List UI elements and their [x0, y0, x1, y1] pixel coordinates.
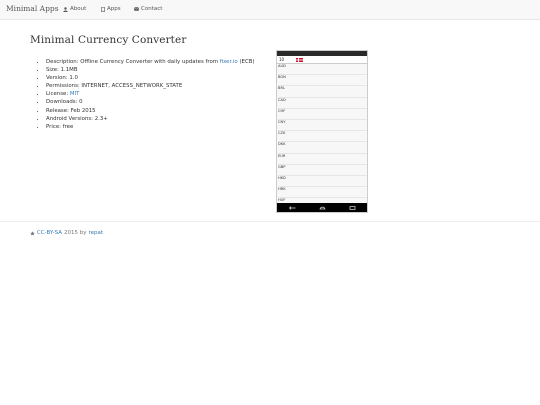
phone-currency-list: AUD BGN BRL CAD CHF CNY CZK DKK EUR GBP …	[277, 64, 367, 210]
currency-code: CNY	[278, 119, 286, 124]
recent-apps-icon	[349, 205, 355, 210]
currency-row: CHF	[278, 109, 367, 120]
currency-row: BGN	[278, 75, 367, 87]
phone-icon	[101, 6, 105, 12]
currency-code: CZK	[278, 131, 286, 136]
nav-apps-label: Apps	[107, 6, 121, 12]
nav-about-label: About	[70, 6, 87, 12]
currency-row: EUR	[278, 154, 367, 165]
footer-year-by: 2015 by	[64, 230, 87, 236]
phone-amount-value: 10	[279, 57, 285, 62]
nav-contact[interactable]: Contact	[134, 6, 162, 12]
footer-divider	[0, 221, 540, 222]
currency-code: BGN	[278, 75, 286, 80]
currency-row: DKK	[278, 142, 367, 154]
detail-version: Version: 1.0	[46, 74, 255, 82]
currency-code: CHF	[278, 108, 286, 113]
currency-code: BRL	[278, 86, 285, 91]
footer: CC-BY-SA 2015 by repat	[30, 230, 103, 236]
currency-code: CAD	[278, 97, 286, 102]
detail-downloads: Downloads: 0	[46, 98, 255, 106]
page-title: Minimal Currency Converter	[30, 34, 187, 46]
currency-row: CAD	[278, 98, 367, 109]
danish-flag-icon	[296, 57, 303, 62]
description-text: Description: Offline Currency Converter …	[46, 59, 219, 65]
phone-nav-buttons	[277, 203, 367, 212]
app-screenshot: 10 AUD BGN BRL CAD CHF CNY CZK DKK EUR G…	[276, 50, 368, 213]
star-icon	[30, 230, 35, 236]
nav-contact-label: Contact	[141, 6, 163, 12]
detail-description: Description: Offline Currency Converter …	[46, 58, 255, 66]
currency-code: HRK	[278, 187, 286, 192]
nav-about[interactable]: About	[63, 6, 86, 12]
detail-size: Size: 1.1MB	[46, 66, 255, 74]
author-link[interactable]: repat	[89, 230, 104, 236]
cc-by-sa-link[interactable]: CC-BY-SA	[37, 230, 62, 236]
mit-license-link[interactable]: MIT	[70, 91, 80, 97]
description-suffix: (ECB)	[239, 59, 255, 65]
detail-android-versions: Android Versions: 2.3+	[46, 115, 255, 123]
currency-code: GBP	[278, 164, 286, 169]
nav-apps[interactable]: Apps	[101, 6, 121, 12]
user-icon	[63, 6, 68, 12]
currency-row: CNY	[278, 119, 367, 132]
currency-row: HRK	[278, 187, 367, 199]
detail-price: Price: free	[46, 123, 255, 131]
currency-code: EUR	[278, 153, 286, 158]
detail-license: License: MIT	[46, 90, 255, 98]
currency-code: AUD	[278, 64, 286, 68]
currency-row: GBP	[278, 165, 367, 176]
app-details-list: Description: Offline Currency Converter …	[38, 58, 255, 131]
currency-row: BRL	[278, 86, 367, 98]
envelope-icon	[134, 7, 139, 11]
currency-code: DKK	[278, 142, 286, 147]
back-icon	[288, 205, 295, 210]
top-navbar: Minimal Apps About Apps Contact	[0, 0, 540, 20]
currency-row: AUD	[278, 64, 367, 76]
detail-release: Release: Feb 2015	[46, 107, 255, 115]
currency-row: CZK	[278, 131, 367, 143]
fixer-link[interactable]: fixer.io	[220, 59, 238, 65]
license-label: License:	[46, 91, 69, 98]
currency-code: HKD	[278, 175, 286, 180]
detail-permissions: Permissions: INTERNET, ACCESS_NETWORK_ST…	[46, 82, 255, 90]
phone-amount-bar: 10	[277, 56, 367, 64]
brand-link[interactable]: Minimal Apps	[6, 4, 59, 13]
home-icon	[318, 206, 326, 209]
currency-row: HKD	[278, 175, 367, 188]
